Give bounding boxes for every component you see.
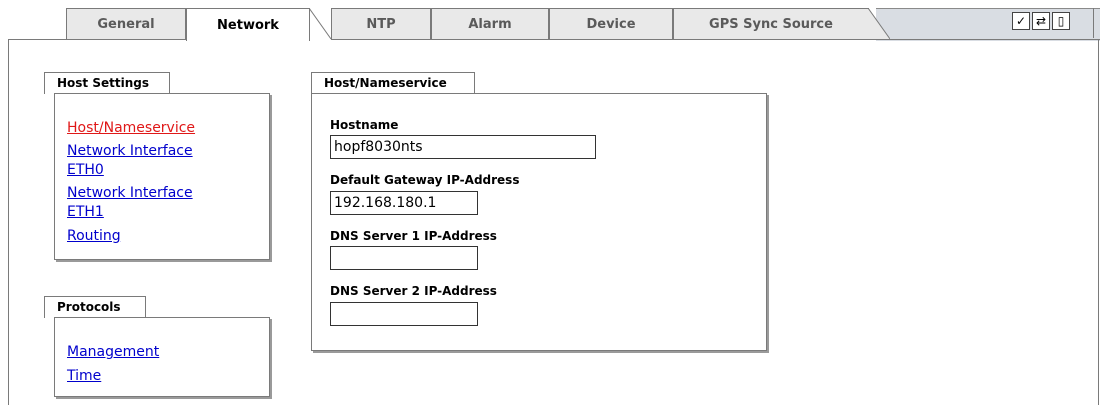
tab-general[interactable]: General bbox=[66, 8, 186, 39]
dns1-label: DNS Server 1 IP-Address bbox=[330, 229, 497, 243]
nav-link-label: Network Interface bbox=[67, 143, 193, 159]
dns1-input[interactable] bbox=[330, 246, 478, 270]
nav-link-label: ETH0 bbox=[67, 162, 104, 178]
tab-label: Network bbox=[217, 17, 279, 33]
tab-gps-slant bbox=[868, 8, 890, 40]
host-nameservice-title: Host/Nameservice bbox=[324, 76, 447, 90]
nav-link-label: Host/Nameservice bbox=[67, 120, 196, 136]
nav-host-nameservice[interactable]: Host/Nameservice bbox=[67, 119, 195, 138]
checkmark-icon[interactable]: ✓ bbox=[1012, 12, 1030, 30]
dns2-input[interactable] bbox=[330, 302, 478, 326]
protocols-title: Protocols bbox=[57, 300, 121, 314]
nav-network-interface-eth0[interactable]: Network Interface ETH0 bbox=[67, 142, 193, 180]
tab-label: Device bbox=[586, 16, 636, 32]
tab-device[interactable]: Device bbox=[549, 8, 673, 39]
page-icon[interactable]: ▯ bbox=[1052, 12, 1070, 30]
nav-link-label: ETH1 bbox=[67, 204, 104, 220]
hostname-label: Hostname bbox=[330, 118, 399, 132]
nav-management[interactable]: Management bbox=[67, 343, 159, 362]
protocols-panel: Management Time bbox=[54, 317, 270, 397]
tab-ntp[interactable]: NTP bbox=[331, 8, 431, 39]
host-nameservice-header: Host/Nameservice bbox=[311, 72, 475, 94]
frame-border-left bbox=[8, 40, 9, 405]
gateway-label: Default Gateway IP-Address bbox=[330, 173, 520, 187]
hostname-input[interactable] bbox=[330, 135, 596, 159]
nav-link-label: Time bbox=[67, 368, 102, 384]
frame-border-right bbox=[1098, 40, 1099, 405]
host-settings-header: Host Settings bbox=[44, 72, 170, 94]
tabbar-underline bbox=[8, 39, 1100, 40]
tab-label: General bbox=[97, 16, 155, 32]
protocols-header: Protocols bbox=[44, 296, 146, 318]
host-settings-title: Host Settings bbox=[57, 76, 149, 90]
tab-label: NTP bbox=[366, 16, 396, 32]
tab-label: GPS Sync Source bbox=[709, 16, 833, 32]
tab-gps-sync-source[interactable]: GPS Sync Source bbox=[673, 8, 869, 39]
gateway-input[interactable] bbox=[330, 191, 478, 215]
nav-link-label: Routing bbox=[67, 228, 121, 244]
nav-link-label: Network Interface bbox=[67, 185, 193, 201]
nav-time[interactable]: Time bbox=[67, 367, 101, 386]
dns2-label: DNS Server 2 IP-Address bbox=[330, 284, 497, 298]
refresh-icon[interactable]: ⇄ bbox=[1032, 12, 1050, 30]
nav-link-label: Management bbox=[67, 344, 160, 360]
tab-network-slant bbox=[309, 8, 331, 40]
nav-network-interface-eth1[interactable]: Network Interface ETH1 bbox=[67, 184, 193, 222]
tab-alarm[interactable]: Alarm bbox=[431, 8, 549, 39]
nav-routing[interactable]: Routing bbox=[67, 227, 121, 246]
toolbar-icons: ✓ ⇄ ▯ bbox=[1012, 12, 1070, 30]
tabbar-edge bbox=[1093, 8, 1094, 38]
tab-bar: General Network NTP Alarm Device GPS Syn… bbox=[0, 0, 1100, 41]
host-nameservice-panel: Hostname Default Gateway IP-Address DNS … bbox=[311, 93, 767, 351]
host-settings-panel: Host/Nameservice Network Interface ETH0 … bbox=[54, 93, 270, 260]
tab-network[interactable]: Network bbox=[186, 8, 310, 41]
tab-label: Alarm bbox=[468, 16, 512, 32]
